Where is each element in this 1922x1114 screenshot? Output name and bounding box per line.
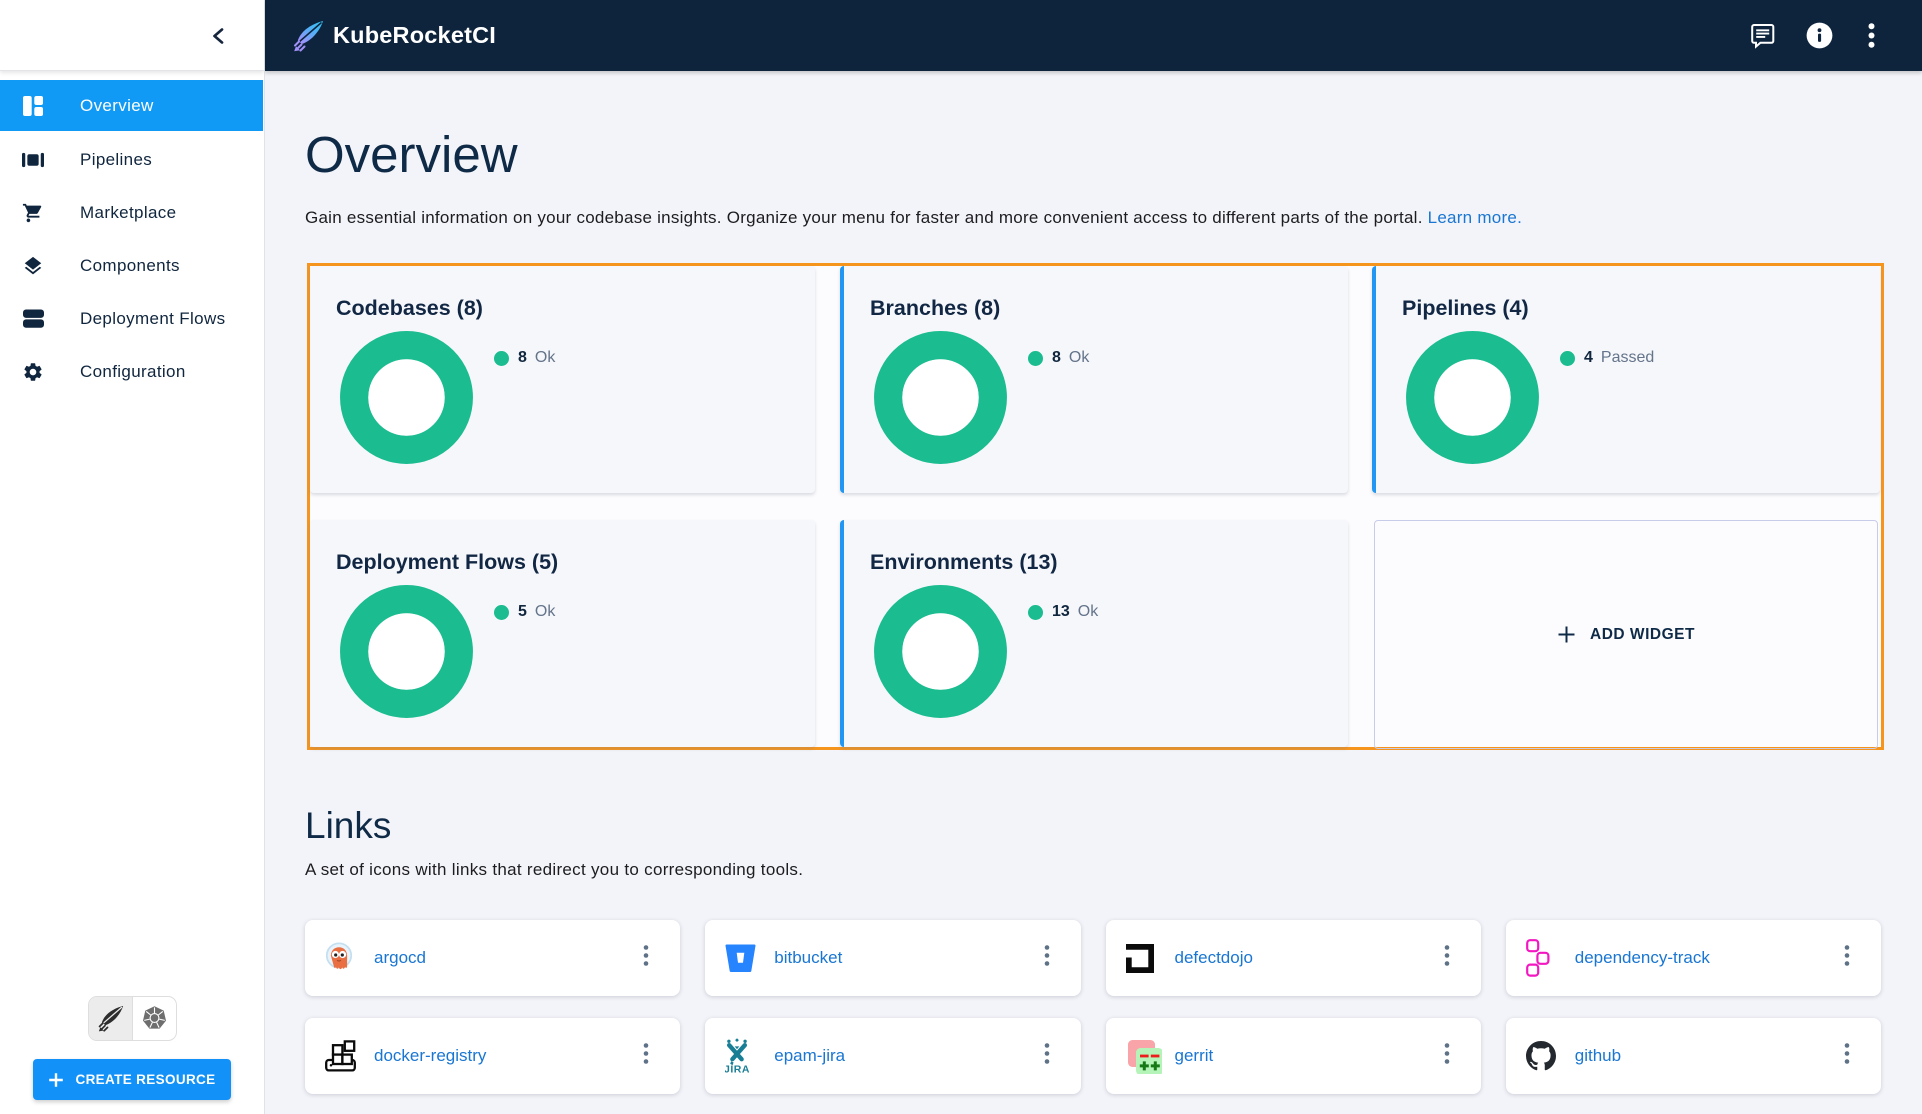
svg-text:JIRA: JIRA	[725, 1064, 749, 1075]
